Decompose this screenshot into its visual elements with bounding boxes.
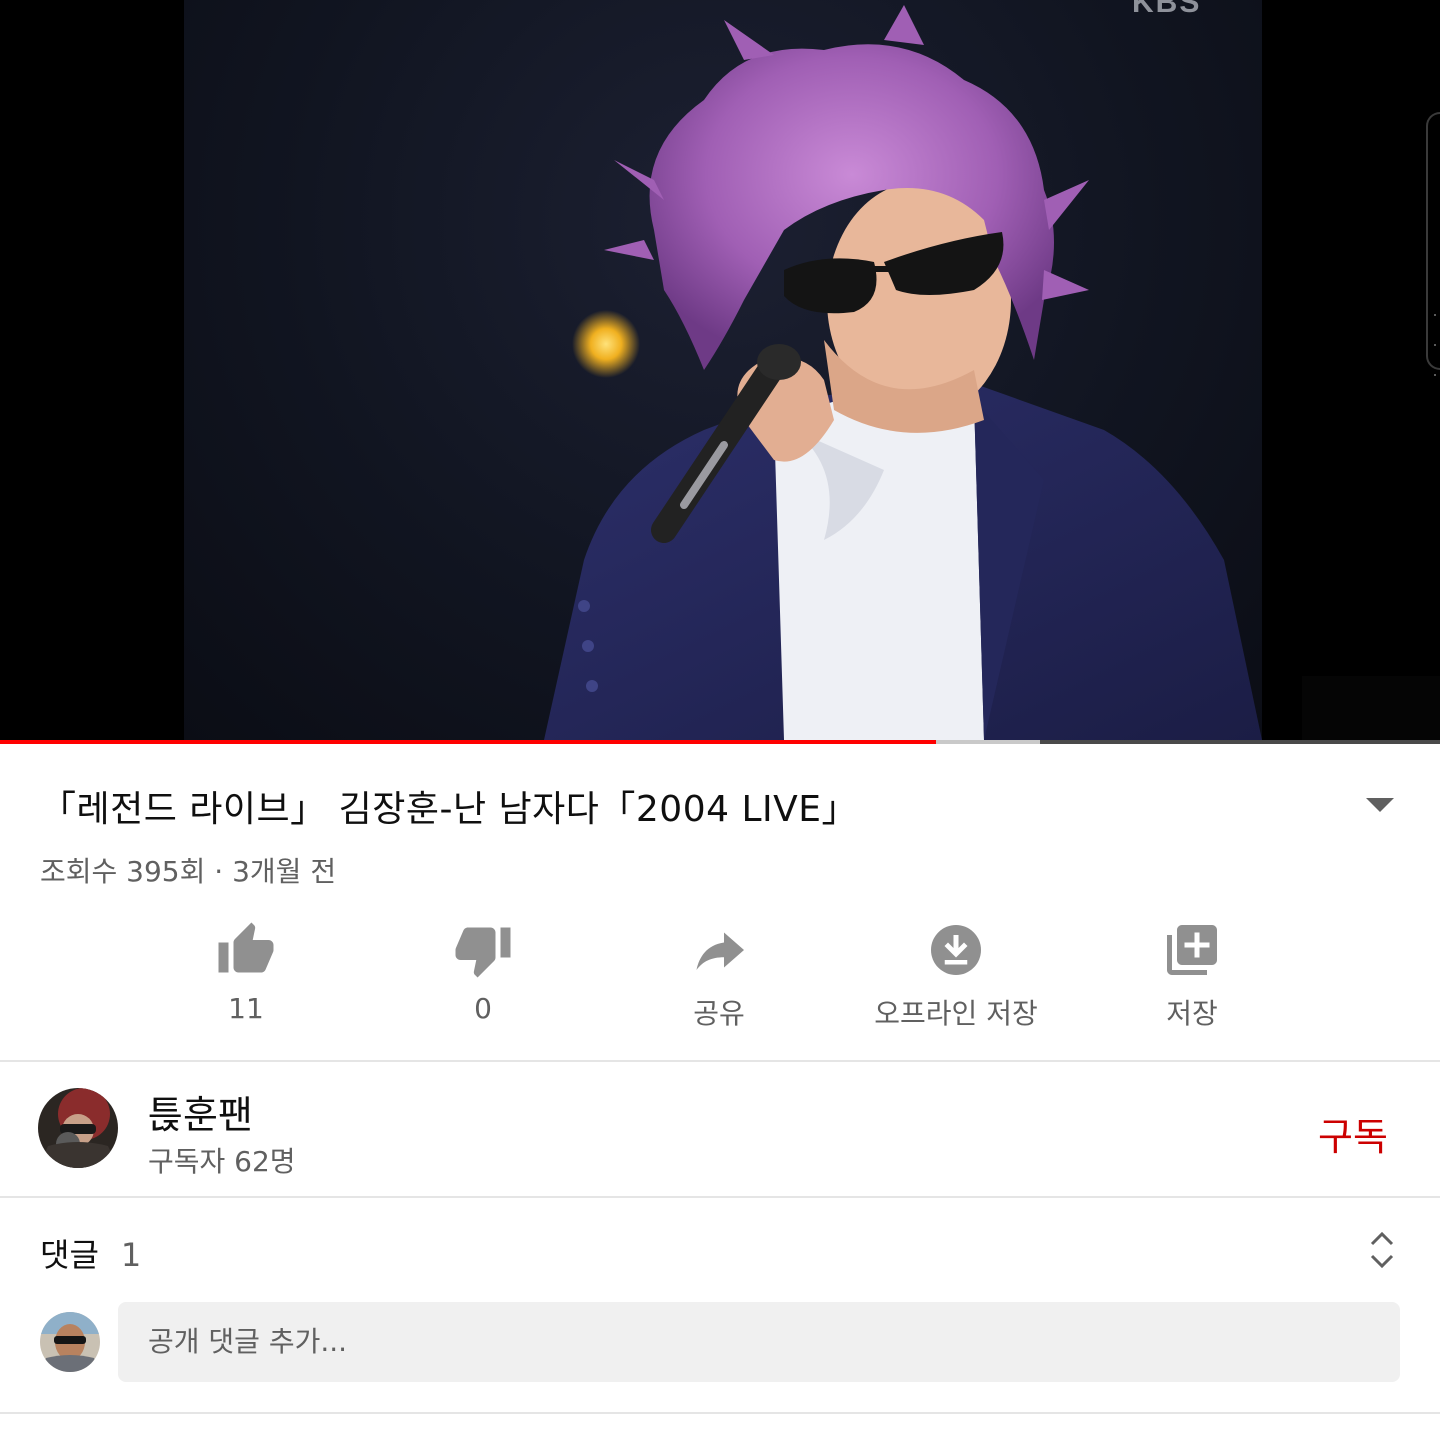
expand-description-button[interactable] (1356, 786, 1404, 822)
thumb-down-icon (455, 927, 511, 978)
dislike-button[interactable]: 0 (368, 912, 598, 1042)
progress-played (0, 740, 936, 744)
comments-label: 댓글 (40, 1236, 99, 1274)
comment-input[interactable]: 공개 댓글 추가... (118, 1302, 1400, 1382)
like-button[interactable]: 11 (131, 912, 361, 1042)
divider (0, 1060, 1440, 1062)
divider (0, 1196, 1440, 1198)
share-button[interactable]: 공유 (604, 912, 834, 1042)
download-label: 오프라인 저장 (874, 997, 1038, 1030)
video-still-image (544, 5, 1262, 740)
video-title: 「레전드 라이브」 김장훈-난 남자다「2004 LIVE」 (40, 789, 858, 830)
user-avatar-image (40, 1312, 100, 1372)
subscriber-count: 구독자 62명 (148, 1145, 296, 1178)
comments-count: 1 (120, 1236, 142, 1274)
player-corner-overlay (1302, 676, 1440, 740)
action-row: 11 0 공유 오프라인 저장 저장 (0, 912, 1440, 1042)
edge-handle-dots (1434, 314, 1436, 384)
dislike-count: 0 (474, 992, 492, 1025)
unfold-more-icon (1370, 1231, 1394, 1269)
download-icon (931, 925, 981, 975)
add-to-playlist-icon (1167, 925, 1217, 975)
video-frame[interactable]: KBS (184, 0, 1262, 740)
subscribe-button[interactable]: 구독 (1318, 1106, 1388, 1161)
broadcaster-watermark: KBS (1132, 0, 1202, 19)
download-button[interactable]: 오프라인 저장 (841, 912, 1071, 1042)
share-icon (696, 932, 744, 970)
chevron-down-icon (1366, 798, 1394, 812)
comments-header[interactable]: 댓글 1 (40, 1230, 141, 1276)
edge-panel-handle[interactable] (1426, 112, 1440, 384)
divider (0, 1412, 1440, 1414)
channel-name[interactable]: 튽훈팬 (148, 1084, 253, 1139)
channel-avatar-image (38, 1088, 118, 1168)
like-count: 11 (228, 992, 264, 1025)
view-count-and-date: 조회수 395회 · 3개월 전 (40, 855, 337, 888)
expand-comments-button[interactable] (1364, 1228, 1400, 1272)
channel-avatar[interactable] (38, 1088, 118, 1168)
video-player[interactable]: KBS (0, 0, 1440, 744)
user-avatar (40, 1312, 100, 1372)
progress-bar[interactable] (0, 740, 1440, 744)
save-label: 저장 (1166, 997, 1218, 1030)
save-to-playlist-button[interactable]: 저장 (1077, 912, 1307, 1042)
thumb-up-icon (218, 922, 274, 973)
share-label: 공유 (693, 997, 745, 1030)
